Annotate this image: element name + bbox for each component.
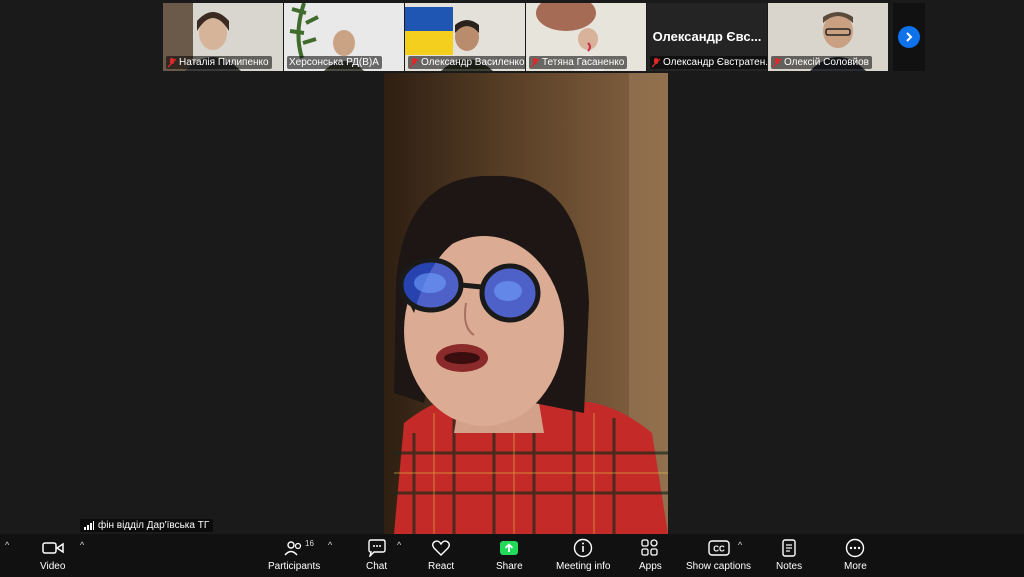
muted-mic-icon	[773, 57, 781, 67]
participant-name-label: Тетяна Гасаненко	[529, 56, 628, 69]
participant-tile[interactable]: Наталія Пилипенко	[163, 3, 283, 71]
participant-name: Олександр Євстратен...	[663, 57, 767, 68]
video-camera-icon	[41, 537, 64, 559]
chat-icon	[367, 537, 387, 559]
closed-captions-icon: CC	[707, 537, 730, 559]
share-label: Share	[496, 561, 523, 572]
notes-button[interactable]: Notes	[776, 537, 802, 572]
participant-name-label: Наталія Пилипенко	[166, 56, 272, 69]
participant-strip: Наталія Пилипенко Херсонська РД(В)А Олек…	[163, 3, 925, 71]
share-screen-icon	[498, 537, 520, 559]
apps-icon	[640, 537, 660, 559]
speaker-name: фін відділ Дар'ївська ТГ	[98, 520, 210, 531]
participant-name-label: Олексій Соловйов	[771, 56, 872, 69]
react-button[interactable]: React	[428, 537, 454, 572]
heart-icon	[431, 537, 451, 559]
speaker-image	[384, 73, 668, 534]
signal-strength-icon	[84, 521, 94, 530]
participant-tile[interactable]: Олексій Соловйов	[768, 3, 888, 71]
participant-name-label: Олександр Євстратен...	[650, 56, 767, 69]
video-button[interactable]: Video	[40, 537, 65, 572]
participants-count-badge: 16	[305, 539, 314, 548]
participant-tile[interactable]: Херсонська РД(В)А	[284, 3, 404, 71]
captions-options-caret[interactable]: ^	[738, 540, 742, 550]
chat-label: Chat	[366, 561, 388, 572]
chevron-right-icon	[898, 26, 920, 48]
notes-icon	[780, 537, 798, 559]
participants-options-caret[interactable]: ^	[328, 540, 332, 550]
participant-name: Херсонська РД(В)А	[289, 57, 379, 68]
apps-button[interactable]: Apps	[639, 537, 662, 572]
react-label: React	[428, 561, 455, 572]
muted-mic-icon	[531, 57, 539, 67]
svg-text:CC: CC	[713, 545, 725, 554]
participant-name-label: Херсонська РД(В)А	[287, 56, 382, 69]
participant-tile[interactable]: Олександр Василенко...	[405, 3, 525, 71]
chat-options-caret[interactable]: ^	[397, 540, 401, 550]
participant-name-label: Олександр Василенко...	[408, 56, 525, 69]
muted-mic-icon	[410, 57, 418, 67]
video-label: Video	[40, 561, 66, 572]
video-options-caret[interactable]: ^	[80, 540, 84, 550]
participant-display-name: Олександр Євс...	[652, 29, 762, 44]
participant-name: Тетяна Гасаненко	[542, 57, 625, 68]
participant-name: Олександр Василенко...	[421, 57, 525, 68]
more-button[interactable]: More	[844, 537, 867, 572]
participant-name: Наталія Пилипенко	[179, 57, 269, 68]
participants-icon	[283, 537, 305, 559]
speaker-name-label: фін відділ Дар'ївська ТГ	[80, 519, 214, 532]
participant-tile[interactable]: Тетяна Гасаненко	[526, 3, 646, 71]
share-button[interactable]: Share	[496, 537, 523, 572]
next-page-button[interactable]	[893, 3, 925, 71]
meeting-info-label: Meeting info	[556, 561, 611, 572]
meeting-info-button[interactable]: Meeting info	[556, 537, 610, 572]
meeting-toolbar: ^ Video ^ Participants 16 ^ Chat ^ React…	[0, 534, 1024, 577]
apps-label: Apps	[639, 561, 662, 572]
info-icon	[573, 537, 593, 559]
more-label: More	[844, 561, 867, 572]
chat-button[interactable]: Chat	[366, 537, 387, 572]
participant-name: Олексій Соловйов	[784, 57, 869, 68]
participants-label: Participants	[268, 561, 321, 572]
notes-label: Notes	[776, 561, 803, 572]
audio-options-caret[interactable]: ^	[5, 540, 9, 550]
muted-mic-icon	[652, 57, 660, 67]
show-captions-label: Show captions	[686, 561, 752, 572]
muted-mic-icon	[168, 57, 176, 67]
participant-tile[interactable]: Олександр Євс... Олександр Євстратен...	[647, 3, 767, 71]
active-speaker-video	[384, 73, 668, 534]
more-icon	[845, 537, 865, 559]
